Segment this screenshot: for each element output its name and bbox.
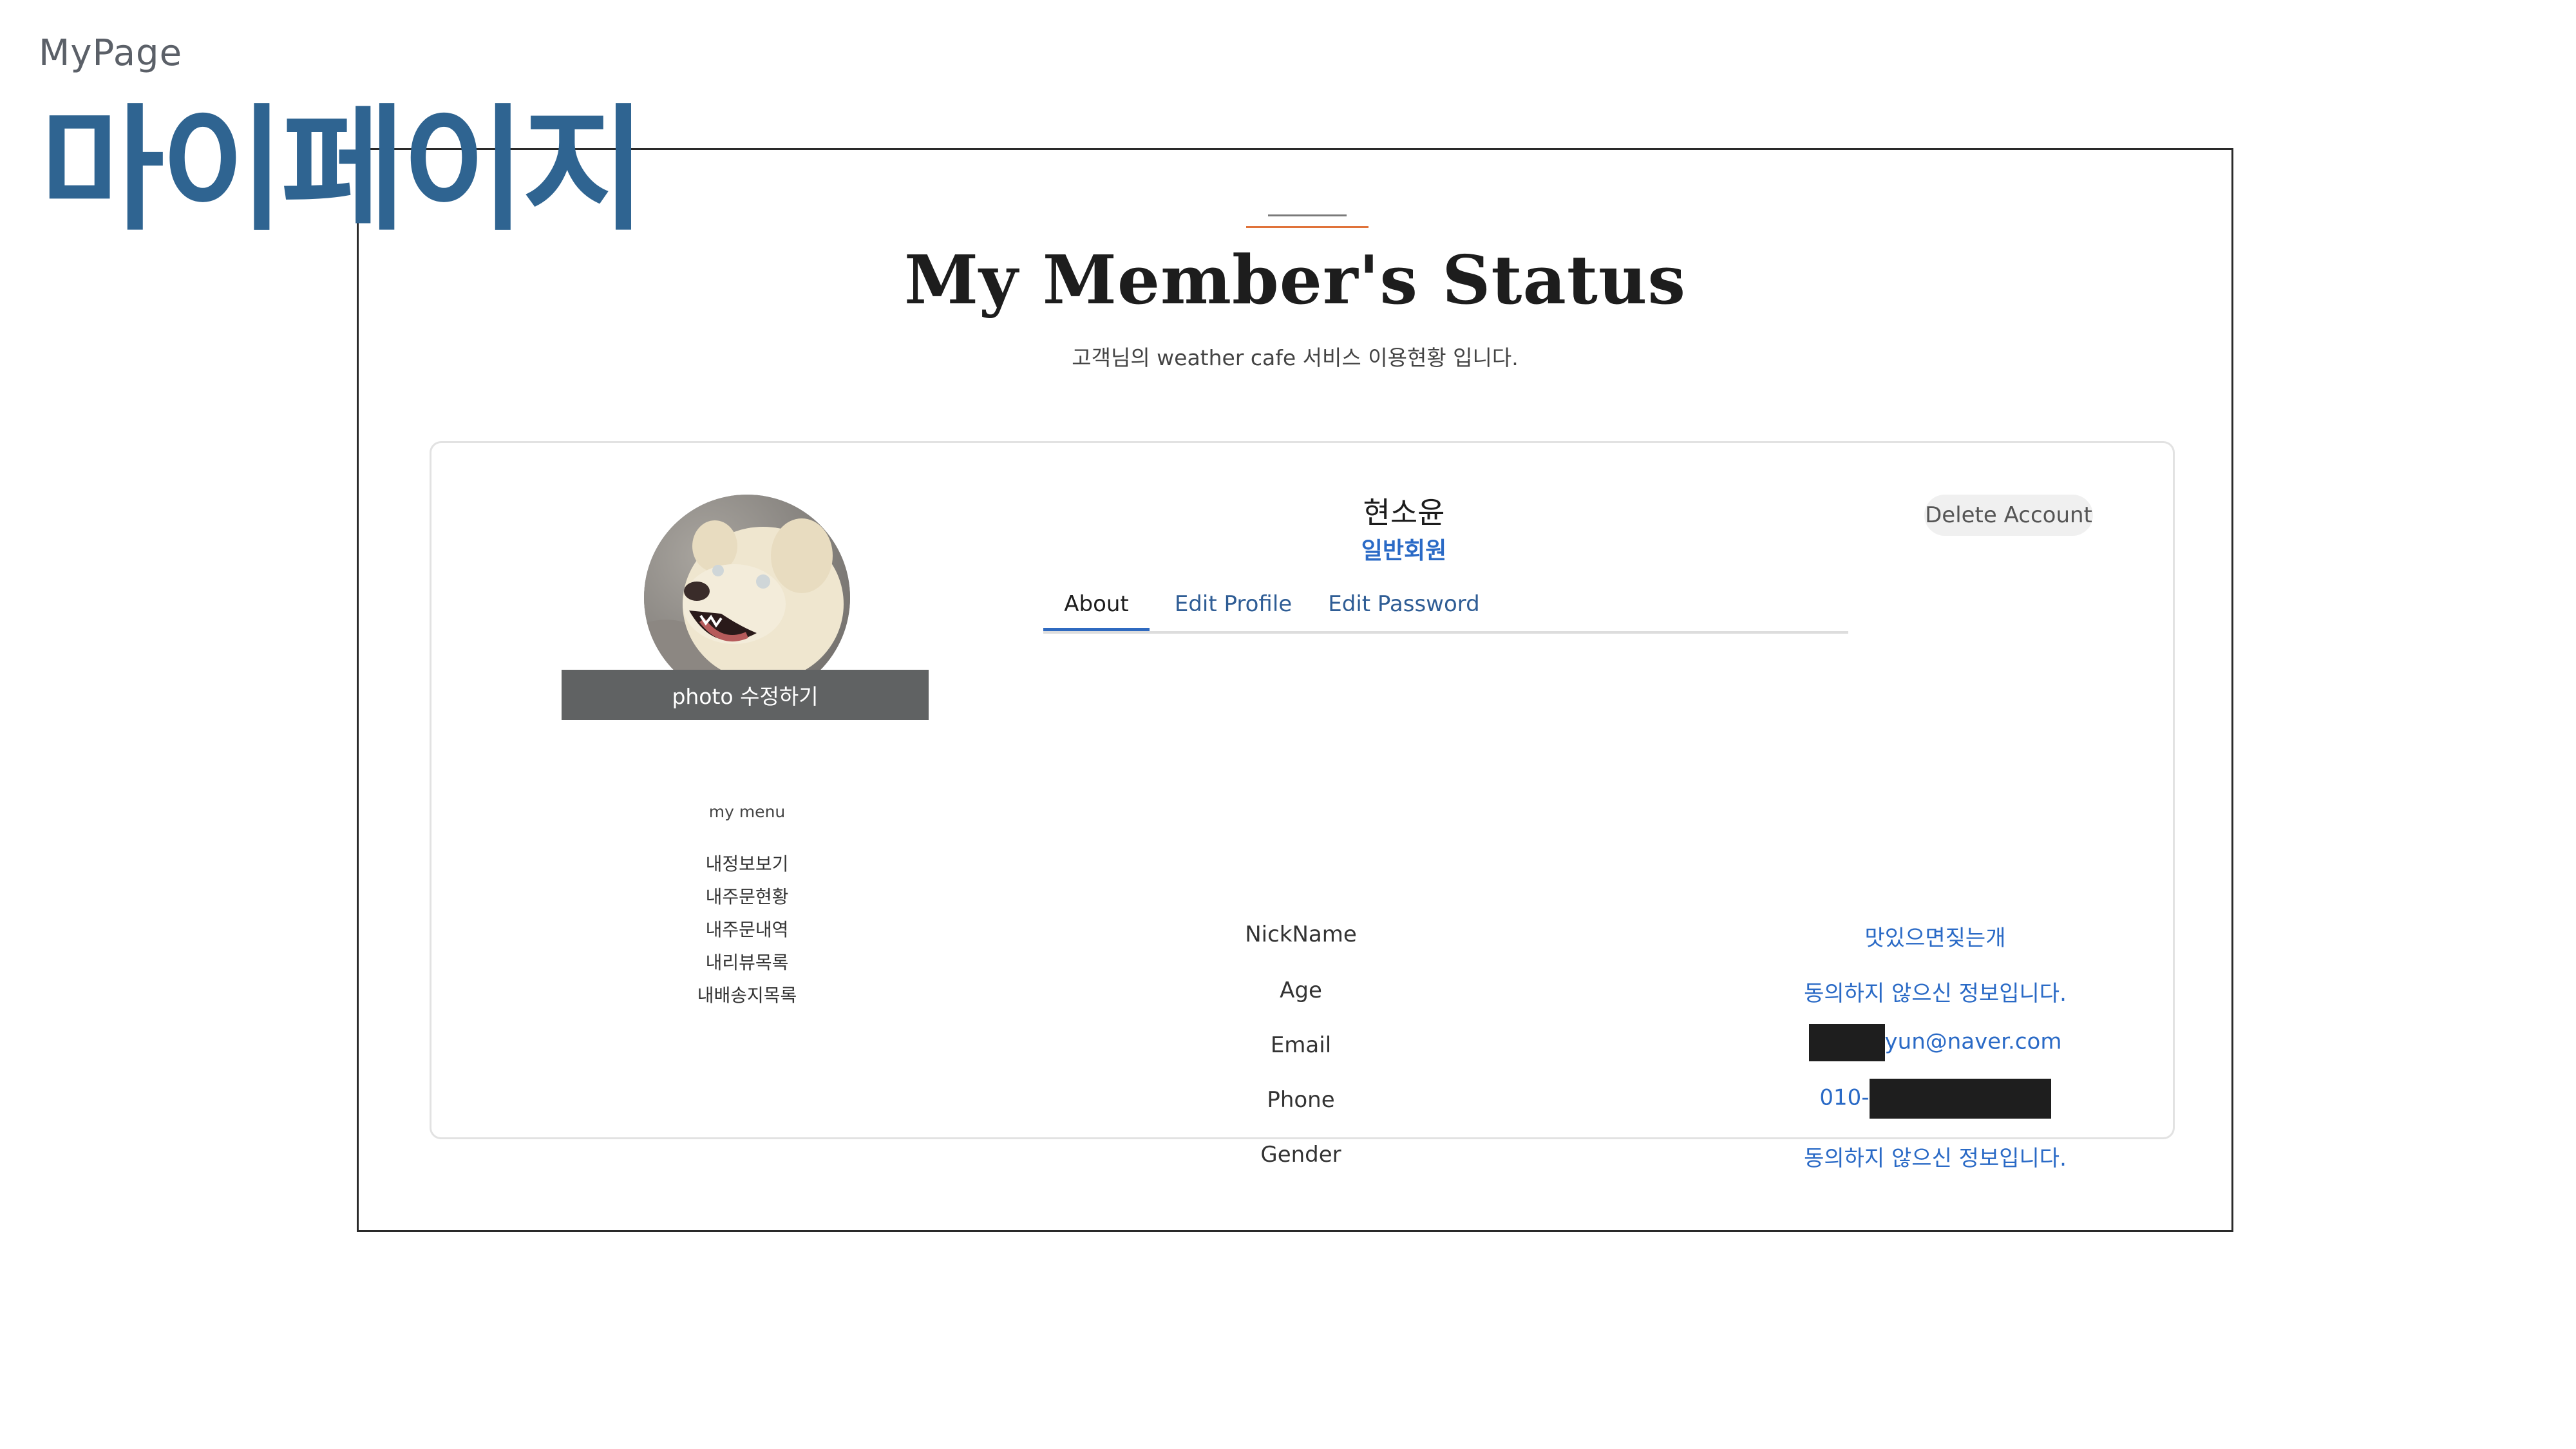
slide-label: MyPage — [39, 32, 183, 74]
sidebar-item-address-list[interactable]: 내배송지목록 — [650, 979, 844, 1012]
email-label: Email — [1270, 1032, 1332, 1058]
screenshot-frame: My Member's Status 고객님의 weather cafe 서비스… — [357, 148, 2233, 1232]
tab-edit-password[interactable]: Edit Password — [1317, 583, 1491, 631]
slide-title: 마이페이지 — [40, 91, 647, 249]
sidebar-menu: 내정보보기 내주문현황 내주문내역 내리뷰목록 내배송지목록 — [650, 848, 844, 1012]
tab-edit-profile[interactable]: Edit Profile — [1166, 583, 1301, 631]
title-ornament — [1246, 214, 1368, 228]
nickname-label: NickName — [1245, 922, 1357, 947]
phone-value-row: 010- — [1690, 1079, 2180, 1119]
sidebar-item-order-status[interactable]: 내주문현황 — [650, 880, 844, 913]
menu-heading: my menu — [708, 802, 786, 821]
age-value: 동의하지 않으신 정보입니다. — [1804, 981, 2067, 1007]
sidebar-item-review-list[interactable]: 내리뷰목록 — [650, 946, 844, 979]
tab-about[interactable]: About — [1043, 583, 1150, 631]
phone-redaction — [1869, 1079, 2051, 1119]
delete-account-button[interactable]: Delete Account — [1924, 495, 2093, 536]
sidebar-item-my-info[interactable]: 내정보보기 — [650, 848, 844, 880]
ornament-line-bottom — [1246, 226, 1368, 228]
membership-grade: 일반회원 — [1361, 538, 1447, 564]
photo-edit-button[interactable]: photo 수정하기 — [562, 670, 929, 720]
page-subtitle: 고객님의 weather cafe 서비스 이용현황 입니다. — [1072, 345, 1519, 370]
user-name: 현소윤 — [1363, 495, 1445, 530]
email-value-row: yun@naver.com — [1690, 1024, 2180, 1061]
phone-value: 010- — [1819, 1084, 1870, 1111]
page-title: My Member's Status — [904, 240, 1687, 319]
phone-label: Phone — [1267, 1087, 1335, 1113]
email-redaction — [1808, 1024, 1885, 1061]
nickname-value: 맛있으면짖는개 — [1864, 925, 2006, 951]
sidebar-item-order-history[interactable]: 내주문내역 — [650, 913, 844, 946]
gender-value: 동의하지 않으신 정보입니다. — [1804, 1146, 2067, 1171]
age-label: Age — [1280, 978, 1322, 1003]
member-card: photo 수정하기 my menu 내정보보기 내주문현황 내주문내역 내리뷰… — [430, 441, 2175, 1171]
ornament-line-top — [1268, 214, 1347, 216]
gender-label: Gender — [1260, 1142, 1341, 1168]
email-value: yun@naver.com — [1884, 1028, 2062, 1055]
profile-tabs: About Edit Profile Edit Password — [1043, 583, 1848, 634]
